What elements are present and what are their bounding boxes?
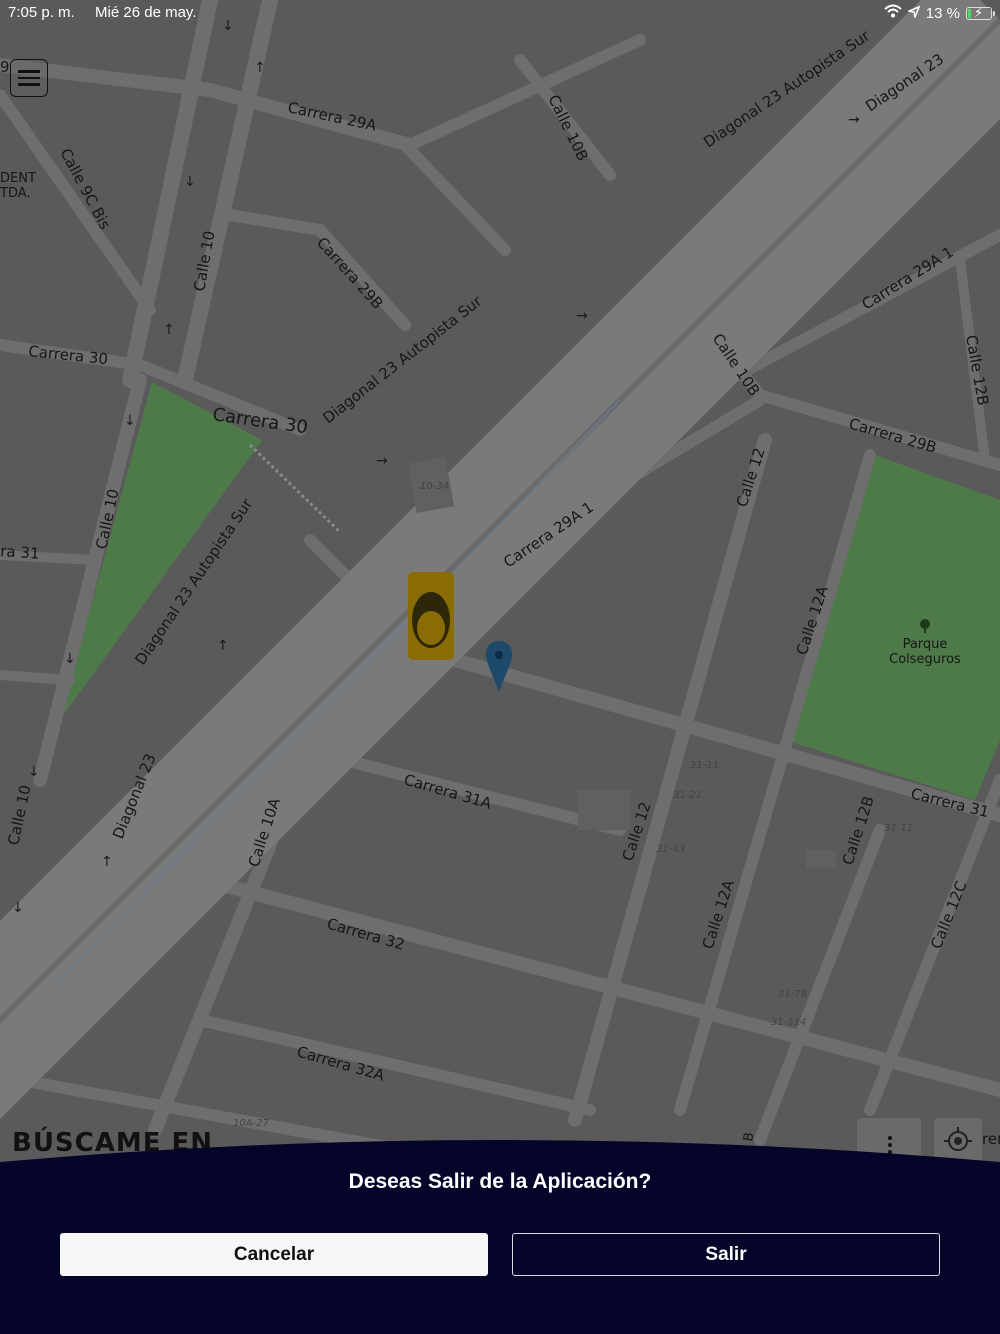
arrow-icon: ↓ [12, 900, 24, 916]
address-label: 31-43 [656, 844, 685, 855]
arrow-icon: → [848, 112, 860, 128]
arrow-icon: → [576, 308, 588, 324]
arrow-icon: ↓ [184, 174, 196, 190]
map-label: Parque [903, 637, 948, 652]
status-time: 7:05 p. m. [8, 4, 75, 21]
dialog-title: Deseas Salir de la Aplicación? [348, 1170, 652, 1193]
arrow-icon: ↓ [64, 651, 76, 667]
battery-percent: 13 % [925, 4, 960, 22]
menu-bar [18, 83, 40, 86]
map-label: TDA. [0, 186, 31, 201]
status-left: 7:05 p. m. Mié 26 de may. [8, 4, 196, 21]
exit-dialog [0, 1130, 1000, 1334]
arrow-icon: ↓ [124, 413, 136, 429]
menu-bar [18, 70, 40, 73]
arrow-icon: ↑ [101, 854, 113, 870]
map-label: 9 [0, 58, 10, 76]
charging-bolt-icon: ⚡ [974, 4, 984, 20]
arrow-icon: → [376, 453, 388, 469]
address-label: 31-11 [690, 760, 719, 771]
wifi-icon [884, 4, 902, 22]
arrow-icon: ↑ [254, 60, 266, 76]
menu-bar [18, 76, 40, 80]
hamburger-menu-button[interactable] [10, 59, 48, 97]
map-label: DENT [0, 171, 36, 186]
arrow-icon: ↑ [217, 638, 229, 654]
arrow-icon: ↑ [163, 322, 175, 338]
status-date: Mié 26 de may. [95, 4, 197, 21]
address-label: 31-21 [673, 790, 702, 801]
map-label: Colseguros [889, 652, 961, 667]
cancel-button[interactable]: Cancelar [60, 1233, 488, 1276]
battery-icon: ⚡ [966, 4, 995, 20]
address-label: 10A-27 [233, 1118, 270, 1129]
location-arrow-icon [906, 5, 921, 22]
address-label: 31-11 [884, 823, 913, 834]
address-label: 31-78 [778, 989, 807, 1000]
address-label: 10-34 [420, 481, 449, 492]
address-label: 31-114 [771, 1017, 806, 1028]
status-right: 13 % ⚡ [884, 4, 995, 22]
map-label: ra 31 [0, 542, 40, 563]
taxi-car-icon[interactable] [408, 572, 454, 660]
status-bar: 7:05 p. m. Mié 26 de may. 13 % ⚡ [0, 0, 1000, 26]
exit-button[interactable]: Salir [512, 1233, 940, 1276]
arrow-icon: ↓ [28, 764, 40, 780]
